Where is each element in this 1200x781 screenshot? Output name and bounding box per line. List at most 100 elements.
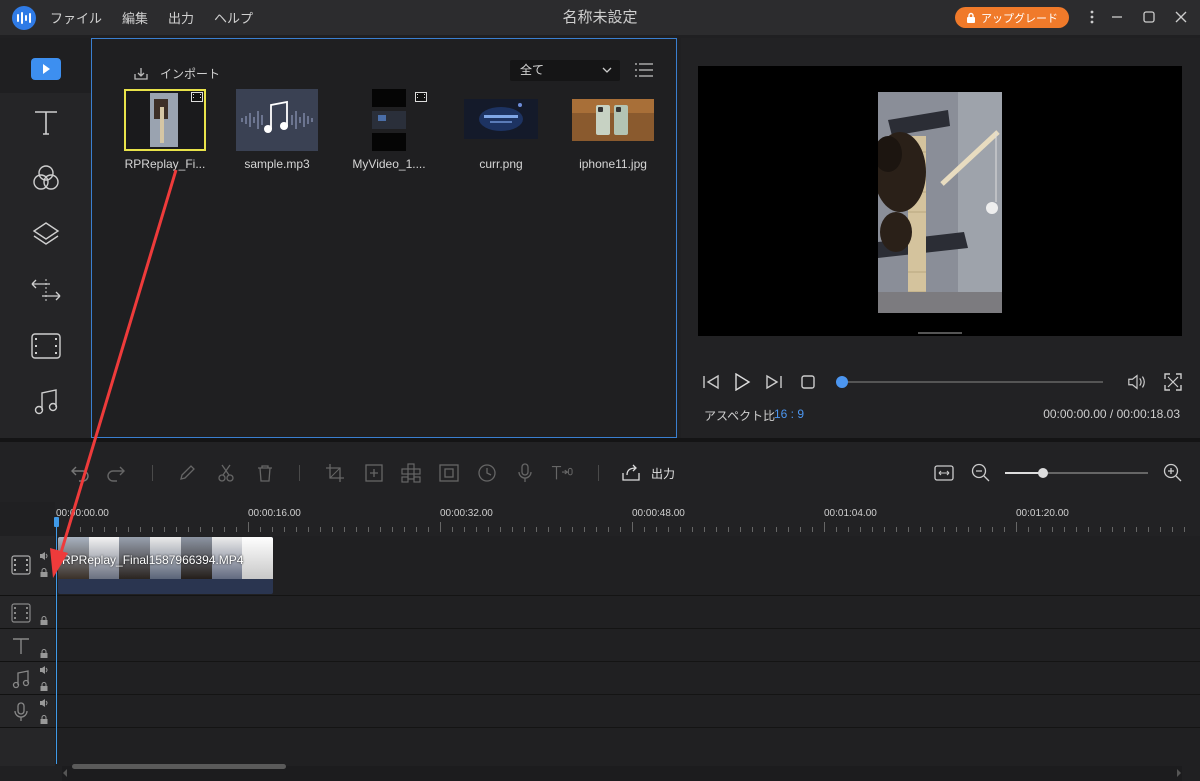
ruler-tick bbox=[308, 527, 309, 532]
list-view-icon[interactable] bbox=[635, 63, 653, 82]
play-icon[interactable] bbox=[732, 372, 752, 392]
ruler-tick bbox=[1136, 527, 1137, 532]
media-item[interactable]: RPReplay_Fi... bbox=[124, 89, 206, 171]
playback-progress-track[interactable] bbox=[841, 381, 1103, 383]
media-item[interactable]: curr.png bbox=[460, 89, 542, 171]
playhead-handle[interactable] bbox=[54, 517, 59, 527]
upgrade-button[interactable]: アップグレード bbox=[955, 7, 1069, 28]
sidebar-text-icon[interactable] bbox=[30, 106, 62, 138]
export-icon[interactable] bbox=[620, 462, 642, 484]
media-thumbnail bbox=[124, 89, 206, 151]
ruler-tick bbox=[1004, 527, 1005, 532]
menu-export[interactable]: 出力 bbox=[168, 8, 194, 27]
menu-help[interactable]: ヘルプ bbox=[214, 8, 253, 27]
menu-file[interactable]: ファイル bbox=[50, 8, 102, 27]
sidebar-overlays-icon[interactable] bbox=[30, 218, 62, 250]
ruler-tick bbox=[920, 527, 921, 532]
ruler-tick bbox=[428, 527, 429, 532]
track-volume-icon[interactable] bbox=[40, 666, 49, 674]
track-volume-icon[interactable] bbox=[40, 552, 49, 560]
ruler-tick bbox=[344, 527, 345, 532]
track-lane-text[interactable] bbox=[55, 629, 1200, 662]
ruler-tick bbox=[1052, 527, 1053, 532]
sidebar-filters-icon[interactable] bbox=[30, 162, 62, 194]
next-frame-icon[interactable] bbox=[764, 372, 784, 392]
zoom-slider-knob[interactable] bbox=[1038, 468, 1048, 478]
ruler-tick bbox=[956, 527, 957, 532]
export-label[interactable]: 出力 bbox=[651, 465, 675, 482]
playhead[interactable] bbox=[56, 518, 57, 764]
track-lock-icon[interactable] bbox=[40, 682, 48, 691]
more-options-icon[interactable] bbox=[1081, 6, 1103, 28]
ruler-tick bbox=[248, 522, 249, 532]
volume-icon[interactable] bbox=[1127, 372, 1147, 392]
ruler-tick bbox=[584, 527, 585, 532]
ruler-tick bbox=[1172, 527, 1173, 532]
maximize-icon[interactable] bbox=[1138, 6, 1160, 28]
track-volume-icon[interactable] bbox=[40, 699, 49, 707]
duration-icon[interactable] bbox=[476, 462, 498, 484]
zoom-in-icon[interactable] bbox=[1162, 462, 1184, 484]
ruler-tick bbox=[620, 527, 621, 532]
ruler-tick bbox=[128, 527, 129, 532]
fullscreen-icon[interactable] bbox=[1163, 372, 1183, 392]
track-lane-music[interactable] bbox=[55, 662, 1200, 695]
stop-icon[interactable] bbox=[798, 372, 818, 392]
sidebar-media-icon[interactable] bbox=[30, 53, 62, 85]
timeline-scrollbar-thumb[interactable] bbox=[72, 764, 286, 769]
track-lane-voice[interactable] bbox=[55, 695, 1200, 728]
track-lock-icon[interactable] bbox=[40, 649, 48, 658]
edit-pencil-icon[interactable] bbox=[176, 462, 198, 484]
delete-icon[interactable] bbox=[254, 462, 276, 484]
track-lane-empty bbox=[55, 728, 1200, 766]
media-item[interactable]: sample.mp3 bbox=[236, 89, 318, 171]
ruler-tick bbox=[728, 527, 729, 532]
video-preview-frame bbox=[878, 92, 1002, 313]
track-lane-video[interactable]: RPReplay_Final1587966394.MP4 bbox=[55, 536, 1200, 596]
text-to-speech-icon[interactable] bbox=[551, 462, 573, 484]
timeline-clip[interactable]: RPReplay_Final1587966394.MP4 bbox=[58, 537, 273, 594]
sidebar-transitions-icon[interactable] bbox=[30, 274, 62, 306]
undo-icon[interactable] bbox=[68, 462, 90, 484]
playback-progress-knob[interactable] bbox=[836, 376, 848, 388]
ruler-tick bbox=[980, 527, 981, 532]
microphone-icon[interactable] bbox=[514, 462, 536, 484]
timeline-ruler[interactable]: 00:00:00.00 00:00:16.00 00:00:32.00 00:0… bbox=[55, 502, 1200, 536]
sidebar-elements-icon[interactable] bbox=[30, 330, 62, 362]
media-filter-dropdown[interactable]: 全て bbox=[510, 60, 620, 81]
menu-edit[interactable]: 編集 bbox=[122, 8, 148, 27]
media-item[interactable]: iphone11.jpg bbox=[572, 89, 654, 171]
sidebar-music-icon[interactable] bbox=[30, 386, 62, 418]
fit-timeline-icon[interactable] bbox=[933, 462, 955, 484]
menu-bar: ファイル 編集 出力 ヘルプ bbox=[50, 0, 253, 35]
mosaic-icon[interactable] bbox=[400, 462, 422, 484]
title-bar: ファイル 編集 出力 ヘルプ 名称未設定 アップグレード bbox=[0, 0, 1200, 35]
previous-frame-icon[interactable] bbox=[701, 372, 721, 392]
close-icon[interactable] bbox=[1170, 6, 1192, 28]
ruler-tick bbox=[1028, 527, 1029, 532]
scroll-left-icon[interactable] bbox=[62, 769, 68, 777]
import-button[interactable]: インポート bbox=[132, 65, 220, 82]
freeze-frame-icon[interactable] bbox=[438, 462, 460, 484]
track-lock-icon[interactable] bbox=[40, 616, 48, 625]
track-lock-icon[interactable] bbox=[40, 715, 48, 724]
media-item[interactable]: MyVideo_1.... bbox=[348, 89, 430, 171]
track-lane-overlay[interactable] bbox=[55, 596, 1200, 629]
aspect-ratio-value[interactable]: 16 : 9 bbox=[774, 407, 804, 421]
redo-icon[interactable] bbox=[106, 462, 128, 484]
ruler-tick bbox=[572, 527, 573, 532]
media-library-panel: インポート 全て RPReplay_Fi... sample.mp3 MyVid… bbox=[91, 38, 677, 438]
minimize-icon[interactable] bbox=[1106, 6, 1128, 28]
playback-time: 00:00:00.00 / 00:00:18.03 bbox=[1043, 407, 1180, 421]
ruler-tick bbox=[284, 527, 285, 532]
ruler-tick bbox=[152, 527, 153, 532]
crop-icon[interactable] bbox=[324, 462, 346, 484]
zoom-frame-icon[interactable] bbox=[363, 462, 385, 484]
track-lock-icon[interactable] bbox=[40, 568, 48, 577]
zoom-out-icon[interactable] bbox=[970, 462, 992, 484]
ruler-tick bbox=[452, 527, 453, 532]
preview-resize-handle[interactable] bbox=[918, 332, 962, 334]
ruler-tick bbox=[908, 527, 909, 532]
scissors-icon[interactable] bbox=[215, 462, 237, 484]
scroll-right-icon[interactable] bbox=[1176, 769, 1182, 777]
